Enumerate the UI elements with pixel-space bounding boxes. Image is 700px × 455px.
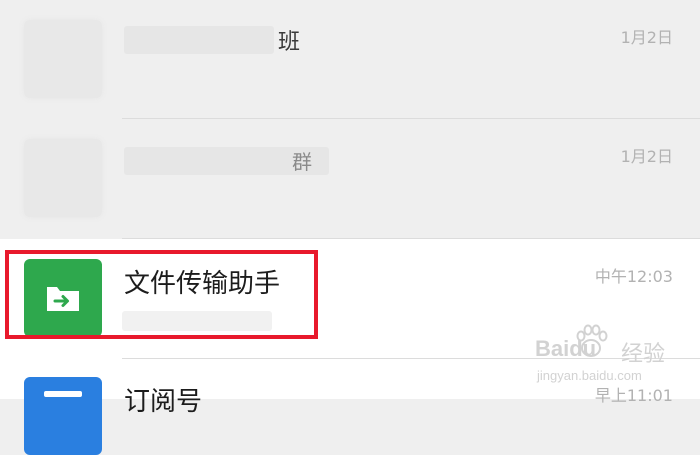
blurred-name <box>124 26 274 54</box>
baidu-jingyan-watermark: Baidu 经验 jingyan.baidu.com <box>535 322 695 392</box>
chat-name: 群 <box>292 150 312 174</box>
chat-row-1[interactable]: 班 1月2日 <box>0 0 700 120</box>
watermark-cn: 经验 <box>621 341 666 366</box>
chat-time: 中午12:03 <box>594 267 673 286</box>
subscription-icon <box>44 391 82 397</box>
highlight-box <box>5 250 318 339</box>
watermark-brand: Baidu <box>535 336 597 361</box>
chat-name: 班 <box>278 30 301 55</box>
chat-avatar-blurred <box>24 20 102 98</box>
subscription-avatar <box>24 377 102 455</box>
chat-time: 1月2日 <box>620 28 673 47</box>
watermark-url: jingyan.baidu.com <box>537 368 642 383</box>
chat-row-2[interactable]: 群 1月2日 <box>0 119 700 239</box>
chat-avatar-blurred <box>24 139 102 217</box>
chat-time: 1月2日 <box>620 147 673 166</box>
